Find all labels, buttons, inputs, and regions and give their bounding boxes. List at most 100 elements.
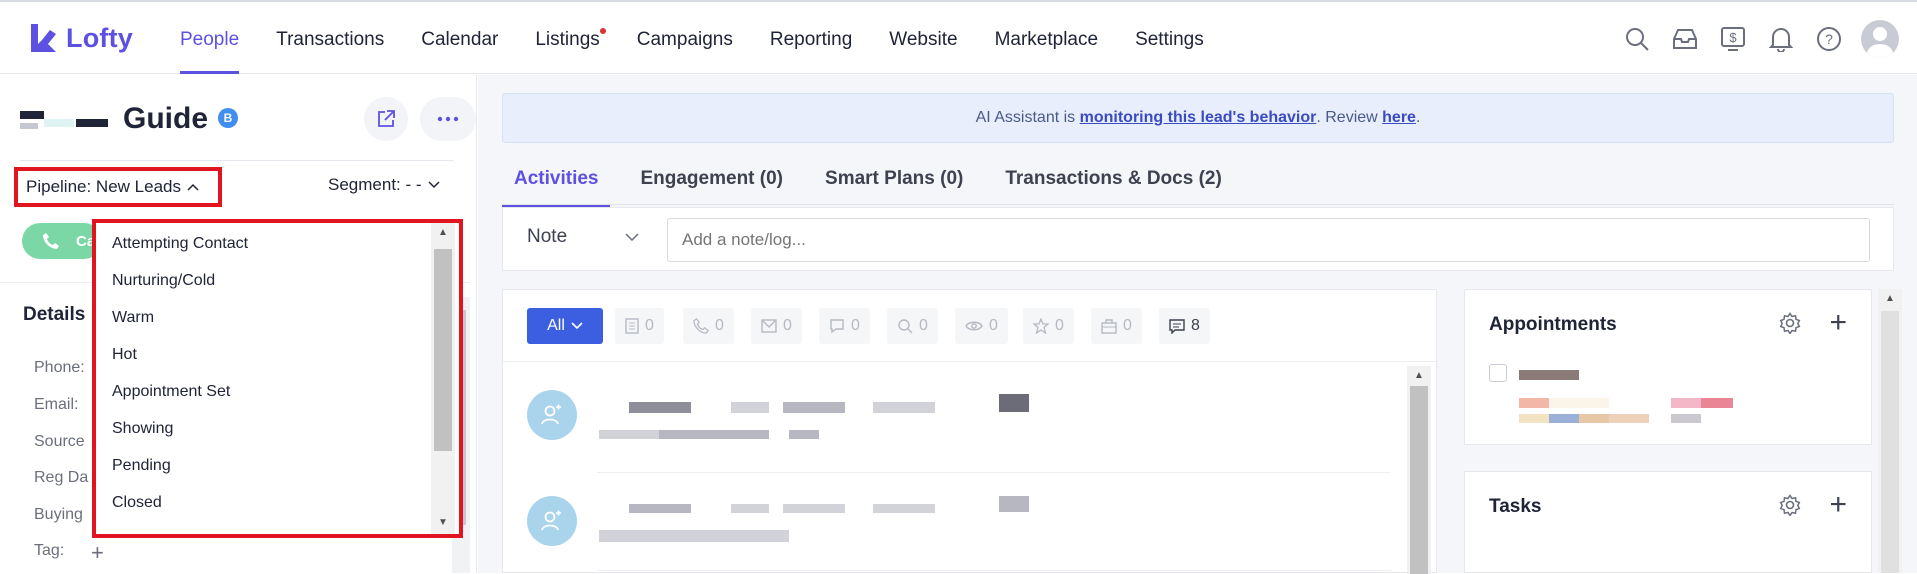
banner-text: AI Assistant is: [975, 109, 1080, 126]
field-label-tag: Tag:: [34, 542, 65, 559]
tab-smart-plans[interactable]: Smart Plans (0): [813, 153, 975, 205]
add-appointment-button[interactable]: +: [1829, 306, 1847, 340]
pipeline-option[interactable]: Appointment Set: [96, 373, 430, 410]
chevron-down-icon: [428, 181, 440, 189]
tab-activities[interactable]: Activities: [502, 153, 611, 207]
filter-count: 0: [1123, 317, 1132, 334]
more-button[interactable]: [420, 97, 476, 141]
segment-label: Segment: - -: [328, 175, 422, 194]
filter-all-label: All: [547, 317, 565, 334]
dropdown-scrollbar-thumb[interactable]: [434, 249, 452, 451]
nav-campaigns[interactable]: Campaigns: [637, 2, 733, 74]
gear-icon: [1779, 494, 1801, 517]
note-input[interactable]: [667, 218, 1870, 262]
filter-document[interactable]: 0: [615, 308, 664, 344]
pipeline-option[interactable]: Showing: [96, 410, 430, 447]
scroll-up-icon[interactable]: ▲: [1414, 370, 1424, 381]
help-icon[interactable]: ?: [1813, 21, 1845, 57]
tab-transactions-docs[interactable]: Transactions & Docs (2): [993, 153, 1233, 205]
pipeline-options-menu: Attempting Contact Nurturing/Cold Warm H…: [92, 219, 463, 538]
nav-reporting[interactable]: Reporting: [770, 2, 852, 74]
tab-engagement[interactable]: Engagement (0): [628, 153, 795, 205]
field-label-email: Email:: [34, 396, 79, 413]
nav-website[interactable]: Website: [889, 2, 957, 74]
filter-call[interactable]: 0: [683, 308, 734, 344]
filter-notes[interactable]: 8: [1159, 308, 1210, 344]
share-button[interactable]: [364, 97, 408, 141]
search-icon[interactable]: [1621, 21, 1653, 57]
pipeline-option[interactable]: Pending: [96, 447, 430, 484]
filter-search[interactable]: 0: [887, 308, 938, 344]
billing-icon[interactable]: $: [1717, 21, 1749, 57]
add-task-button[interactable]: +: [1829, 488, 1847, 522]
note-type-label: Note: [527, 226, 568, 247]
pipeline-option[interactable]: Closed: [96, 484, 430, 521]
monitoring-link[interactable]: monitoring this lead's behavior: [1080, 109, 1317, 126]
svg-text:$: $: [1729, 30, 1737, 45]
eye-icon: [965, 321, 983, 331]
filter-text[interactable]: 0: [819, 308, 870, 344]
nav-label: Settings: [1135, 29, 1204, 50]
user-avatar[interactable]: [1861, 20, 1899, 58]
call-button[interactable]: Ca: [22, 223, 102, 259]
note-type-select[interactable]: Note: [527, 226, 639, 248]
appointments-settings-button[interactable]: [1779, 312, 1801, 339]
pipeline-dropdown[interactable]: Pipeline: New Leads: [14, 167, 222, 207]
appointments-card: Appointments +: [1464, 289, 1872, 445]
filter-transaction[interactable]: 0: [1091, 308, 1142, 344]
pipeline-option[interactable]: Hot: [96, 336, 430, 373]
nav-listings[interactable]: Listings: [535, 2, 606, 74]
right-column-scrollbar-thumb[interactable]: [1881, 311, 1899, 573]
review-here-link[interactable]: here: [1382, 109, 1416, 126]
nav-transactions[interactable]: Transactions: [276, 2, 384, 74]
phone-icon: [43, 233, 59, 249]
chevron-up-icon: [187, 183, 199, 191]
add-tag-button[interactable]: +: [91, 540, 104, 566]
document-icon: [625, 318, 639, 334]
segment-dropdown[interactable]: Segment: - -: [328, 175, 440, 195]
svg-text:?: ?: [1825, 31, 1833, 47]
search-icon: [898, 319, 913, 334]
filter-count: 0: [783, 317, 792, 334]
tasks-card: Tasks +: [1464, 471, 1872, 573]
appointment-checkbox[interactable]: [1489, 364, 1507, 382]
nav-icon-group: $ ?: [1621, 20, 1899, 58]
star-icon: [1033, 318, 1049, 334]
pipeline-option[interactable]: Warm: [96, 299, 430, 336]
chevron-down-icon: [625, 233, 639, 241]
dropdown-scrollbar[interactable]: ▲ ▼: [431, 223, 455, 534]
logo[interactable]: Lofty: [28, 22, 133, 54]
filter-all-button[interactable]: All: [527, 308, 603, 344]
nav-calendar[interactable]: Calendar: [421, 2, 498, 74]
nav-people[interactable]: People: [180, 2, 240, 74]
activity-filter-row: All 0 0 0 0 0 0 0 0 8: [503, 290, 1436, 362]
scroll-up-icon[interactable]: ▲: [438, 227, 448, 238]
activity-scrollbar-thumb[interactable]: [1410, 386, 1428, 574]
inbox-icon[interactable]: [1669, 21, 1701, 57]
top-navigation: Lofty People Transactions Calendar Listi…: [0, 2, 1917, 74]
share-icon: [378, 110, 395, 127]
nav-settings[interactable]: Settings: [1135, 2, 1204, 74]
ai-assistant-banner: AI Assistant is monitoring this lead's b…: [502, 93, 1894, 143]
nav-label: Marketplace: [994, 29, 1099, 50]
field-label-buying: Buying: [34, 506, 83, 523]
filter-email[interactable]: 0: [751, 308, 802, 344]
nav-marketplace[interactable]: Marketplace: [995, 2, 1099, 74]
filter-favorite[interactable]: 0: [1023, 308, 1074, 344]
bell-icon[interactable]: [1765, 21, 1797, 57]
note-bar: Note: [502, 207, 1894, 271]
scroll-up-icon[interactable]: ▲: [1885, 293, 1895, 304]
filter-count: 0: [919, 317, 928, 334]
tasks-settings-button[interactable]: [1779, 494, 1801, 521]
note-icon: [1169, 319, 1185, 334]
pipeline-option[interactable]: Nurturing/Cold: [96, 262, 430, 299]
filter-count: 0: [715, 317, 724, 334]
lead-name: Guide: [123, 102, 209, 135]
field-label-reg-date: Reg Da: [34, 469, 89, 486]
gear-icon: [1779, 312, 1801, 335]
filter-view[interactable]: 0: [955, 308, 1008, 344]
pipeline-option[interactable]: Attempting Contact: [96, 225, 430, 262]
activity-feed: All 0 0 0 0 0 0 0 0 8 ▲: [502, 289, 1437, 574]
scroll-down-icon[interactable]: ▼: [438, 517, 448, 528]
divider: [597, 570, 1391, 571]
